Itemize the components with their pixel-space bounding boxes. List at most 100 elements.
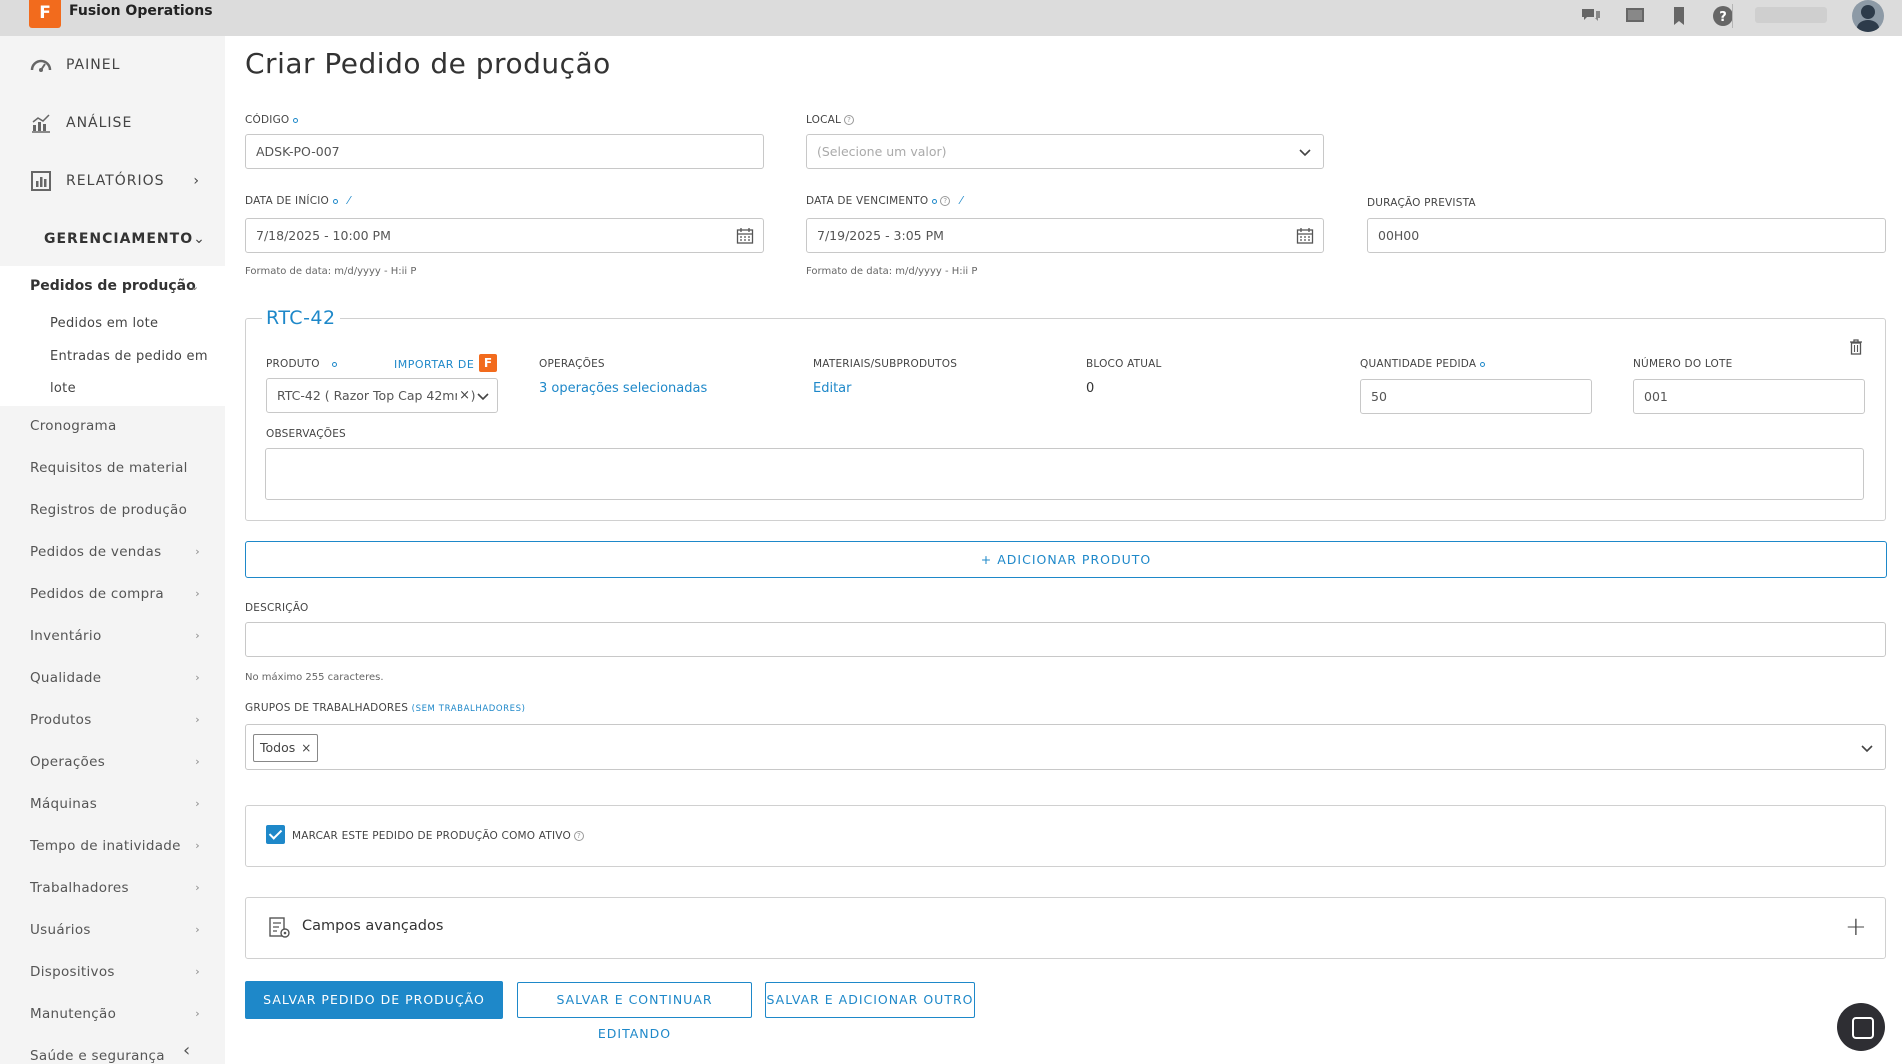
sidebar-item-pedidos-em-lote[interactable]: Pedidos em lote — [50, 316, 158, 331]
sidebar-item-label: PAINEL — [66, 57, 121, 73]
clear-icon[interactable]: × — [457, 379, 470, 412]
chat-support-icon[interactable] — [1837, 1003, 1885, 1051]
magic-wand-icon[interactable]: ⁄ — [348, 194, 350, 207]
data-vencimento-hint: Formato de data: m/d/yyyy - H:ii P — [806, 266, 978, 277]
top-bar: F Fusion Operations ? — [0, 0, 1902, 36]
trash-icon[interactable] — [1849, 339, 1863, 355]
local-select[interactable]: (Selecione um valor) — [806, 134, 1324, 169]
editar-materiais-link[interactable]: Editar — [813, 381, 852, 396]
sidebar-item-trabalhadores[interactable]: Trabalhadores › — [30, 880, 200, 896]
ativo-label: MARCAR ESTE PEDIDO DE PRODUÇÃO COMO ATIV… — [292, 830, 584, 842]
sidebar-item-label: Máquinas — [30, 796, 98, 812]
sidebar-item-saude-seguranca[interactable]: Saúde e segurança — [30, 1048, 200, 1064]
sidebar-item-dispositivos[interactable]: Dispositivos › — [30, 964, 200, 980]
sidebar-item-label: Manutenção — [30, 1006, 117, 1022]
lote-input[interactable]: 001 — [1633, 379, 1865, 414]
ativo-checkbox[interactable] — [266, 825, 285, 844]
chevron-right-icon: › — [195, 923, 200, 936]
sidebar-item-registros[interactable]: Registros de produção — [30, 502, 200, 518]
sidebar-item-cronograma[interactable]: Cronograma — [30, 418, 200, 434]
collapse-sidebar-icon[interactable]: ‹ — [183, 1040, 190, 1061]
sidebar-item-manutencao[interactable]: Manutenção › — [30, 1006, 200, 1022]
data-inicio-value: 7/18/2025 - 10:00 PM — [256, 228, 391, 243]
codigo-input[interactable]: ADSK-PO-007 — [245, 134, 764, 169]
sidebar-item-painel[interactable]: PAINEL — [0, 36, 225, 94]
sidebar-item-pedidos-de-producao[interactable]: Pedidos de produção — [30, 278, 196, 294]
quantidade-input[interactable]: 50 — [1360, 379, 1592, 414]
sidebar-item-analise[interactable]: ANÁLISE — [0, 94, 225, 152]
info-icon[interactable]: ? — [940, 196, 951, 206]
data-vencimento-label: DATA DE VENCIMENTO? ⁄ — [806, 194, 962, 207]
app-logo[interactable]: F — [29, 0, 61, 28]
operacoes-label: OPERAÇÕES — [539, 358, 605, 370]
data-vencimento-input[interactable]: 7/19/2025 - 3:05 PM — [806, 218, 1324, 253]
chevron-down-icon[interactable]: ⌄ — [190, 280, 199, 293]
fusion-logo-icon[interactable]: F — [479, 354, 497, 372]
chevron-right-icon: › — [195, 545, 200, 558]
save-production-order-button[interactable]: SALVAR PEDIDO DE PRODUÇÃO — [245, 981, 503, 1019]
data-inicio-input[interactable]: 7/18/2025 - 10:00 PM — [245, 218, 764, 253]
data-inicio-hint: Formato de data: m/d/yyyy - H:ii P — [245, 266, 417, 277]
importar-de-link[interactable]: IMPORTAR DE — [394, 358, 474, 371]
grupos-select[interactable] — [245, 724, 1886, 770]
chevron-down-icon: ⌄ — [193, 231, 205, 247]
info-icon[interactable]: ? — [844, 115, 855, 125]
materiais-label: MATERIAIS/SUBPRODUTOS — [813, 358, 958, 370]
sidebar-item-usuarios[interactable]: Usuários › — [30, 922, 200, 938]
calendar-icon[interactable] — [1296, 227, 1314, 245]
chevron-right-icon: › — [193, 173, 199, 189]
avatar[interactable] — [1852, 0, 1884, 32]
sidebar-item-pedidos-compra[interactable]: Pedidos de compra › — [30, 586, 200, 602]
chat-icon[interactable] — [1580, 5, 1602, 27]
descricao-input[interactable] — [245, 622, 1886, 657]
sidebar-item-operacoes[interactable]: Operações › — [30, 754, 200, 770]
monitor-icon[interactable] — [1624, 5, 1646, 27]
campos-avancados-title[interactable]: Campos avançados — [302, 918, 443, 934]
ativo-label-text: MARCAR ESTE PEDIDO DE PRODUÇÃO COMO ATIV… — [292, 830, 571, 842]
sidebar-item-entradas-de-pedido[interactable]: Entradas de pedido em — [50, 349, 208, 364]
sidebar-item-label: Saúde e segurança — [30, 1048, 165, 1064]
magic-wand-icon[interactable]: ⁄ — [960, 194, 962, 207]
sidebar-item-maquinas[interactable]: Máquinas › — [30, 796, 200, 812]
duracao-input[interactable]: 00H00 — [1367, 218, 1886, 253]
sidebar-item-inventario[interactable]: Inventário › — [30, 628, 200, 644]
sidebar-item-pedidos-vendas[interactable]: Pedidos de vendas › — [30, 544, 200, 560]
data-inicio-label: DATA DE INÍCIO ⁄ — [245, 194, 350, 207]
campos-avancados-panel[interactable] — [245, 897, 1886, 959]
produto-label: PRODUTO — [266, 358, 337, 370]
required-icon — [293, 117, 299, 123]
data-vencimento-value: 7/19/2025 - 3:05 PM — [817, 228, 944, 243]
remove-tag-icon[interactable]: × — [301, 741, 311, 755]
reports-icon — [31, 171, 51, 191]
sidebar-item-gerenciamento[interactable]: GERENCIAMENTO ⌄ — [0, 210, 225, 268]
duracao-label: DURAÇÃO PREVISTA — [1367, 197, 1476, 209]
topbar-divider — [1732, 4, 1733, 28]
chevron-right-icon: › — [195, 671, 200, 684]
add-product-button[interactable]: + ADICIONAR PRODUTO — [245, 541, 1887, 578]
save-continue-button[interactable]: SALVAR E CONTINUAR EDITANDO — [517, 982, 752, 1041]
info-icon[interactable]: ? — [573, 831, 584, 841]
sidebar-item-label: Produtos — [30, 712, 92, 728]
page-title: Criar Pedido de produção — [245, 47, 611, 80]
calendar-icon[interactable] — [736, 227, 754, 245]
sidebar-item-entradas-de-pedido-cont[interactable]: lote — [50, 381, 76, 396]
settings-list-icon — [269, 917, 290, 938]
bookmark-icon[interactable] — [1668, 5, 1690, 27]
chevron-right-icon: › — [195, 755, 200, 768]
produto-select[interactable]: RTC-42 ( Razor Top Cap 42mm ) × — [266, 378, 498, 413]
local-label-text: LOCAL — [806, 114, 842, 126]
operacoes-link[interactable]: 3 operações selecionadas — [539, 381, 707, 396]
sidebar-item-relatorios[interactable]: RELATÓRIOS › — [0, 152, 225, 210]
sem-trabalhadores-link[interactable]: (SEM TRABALHADORES) — [412, 704, 526, 714]
sidebar-item-qualidade[interactable]: Qualidade › — [30, 670, 200, 686]
sidebar-item-produtos[interactable]: Produtos › — [30, 712, 200, 728]
svg-text:?: ? — [1719, 10, 1727, 25]
user-name[interactable] — [1755, 7, 1827, 23]
plus-icon[interactable]: + — [1845, 912, 1867, 942]
observacoes-textarea[interactable] — [265, 448, 1864, 500]
sidebar-item-requisitos[interactable]: Requisitos de material — [30, 460, 200, 476]
quantidade-label-text: QUANTIDADE PEDIDA — [1360, 358, 1477, 370]
sidebar-item-tempo-inatividade[interactable]: Tempo de inatividade › — [30, 838, 200, 854]
save-add-another-button[interactable]: SALVAR E ADICIONAR OUTRO — [765, 982, 975, 1018]
help-icon[interactable]: ? — [1712, 5, 1734, 27]
